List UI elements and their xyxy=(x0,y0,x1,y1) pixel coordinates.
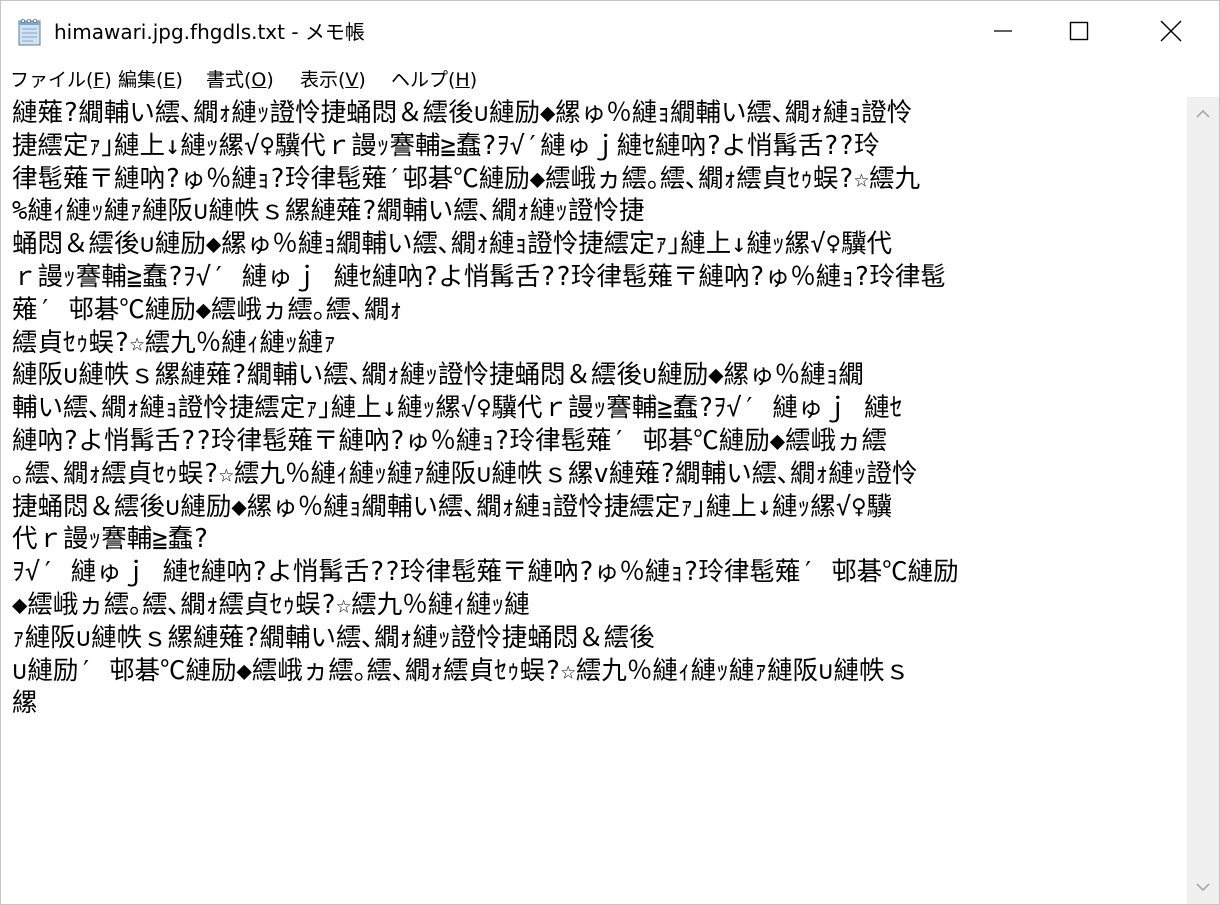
menu-format-accel: O xyxy=(251,69,267,91)
window-title: himawari.jpg.fhgdls.txt - メモ帳 xyxy=(54,20,365,44)
menu-help-accel: H xyxy=(455,69,470,91)
menu-view-accel: V xyxy=(345,69,359,91)
editor-content[interactable]: 縺薙?繝輔い繧､繝ｫ縺ｯ證怜捷蛹悶＆繧後∪縺励◆縲ゅ％縺ｮ繝輔い繧､繝ｫ縺ｮ證怜… xyxy=(12,97,1184,720)
notepad-window: himawari.jpg.fhgdls.txt - メモ帳 ファイル(F) 編集… xyxy=(0,0,1220,905)
menu-format-close: ) xyxy=(266,69,274,91)
chevron-down-icon xyxy=(1196,883,1210,892)
text-editor-area[interactable]: 縺薙?繝輔い繧､繝ｫ縺ｯ證怜捷蛹悶＆繧後∪縺励◆縲ゅ％縺ｮ繝輔い繧､繝ｫ縺ｮ證怜… xyxy=(1,97,1187,904)
vertical-scrollbar[interactable] xyxy=(1187,97,1219,904)
menu-edit-label: 編集( xyxy=(118,69,164,91)
menu-file-accel: F xyxy=(93,69,105,91)
menu-view[interactable]: 表示(V) xyxy=(300,67,366,93)
close-button[interactable] xyxy=(1125,1,1217,61)
menu-file-close: ) xyxy=(104,69,112,91)
menu-help-close: ) xyxy=(469,69,478,91)
title-bar[interactable]: himawari.jpg.fhgdls.txt - メモ帳 xyxy=(1,1,1219,61)
menu-edit-accel: E xyxy=(163,69,176,91)
menu-file-label: ファイル( xyxy=(10,69,94,91)
menu-format-label: 書式( xyxy=(206,69,252,91)
menu-bar: ファイル(F) 編集(E) 書式(O) 表示(V) ヘルプ(H) xyxy=(1,61,1219,97)
menu-file[interactable]: ファイル(F) xyxy=(10,67,112,93)
menu-view-close: ) xyxy=(358,69,366,91)
menu-format[interactable]: 書式(O) xyxy=(206,67,274,93)
notepad-icon xyxy=(18,18,41,46)
scroll-down-button[interactable] xyxy=(1187,870,1219,904)
menu-edit-close: ) xyxy=(175,69,183,91)
menu-help-label: ヘルプ( xyxy=(391,69,456,91)
maximize-button[interactable] xyxy=(1033,1,1125,61)
maximize-icon xyxy=(1069,21,1089,41)
scroll-up-button[interactable] xyxy=(1187,97,1219,131)
close-icon xyxy=(1160,20,1182,42)
chevron-up-icon xyxy=(1196,109,1210,118)
minimize-icon xyxy=(994,30,1012,32)
menu-edit[interactable]: 編集(E) xyxy=(118,67,183,93)
menu-view-label: 表示( xyxy=(300,69,346,91)
menu-help[interactable]: ヘルプ(H) xyxy=(391,67,477,93)
